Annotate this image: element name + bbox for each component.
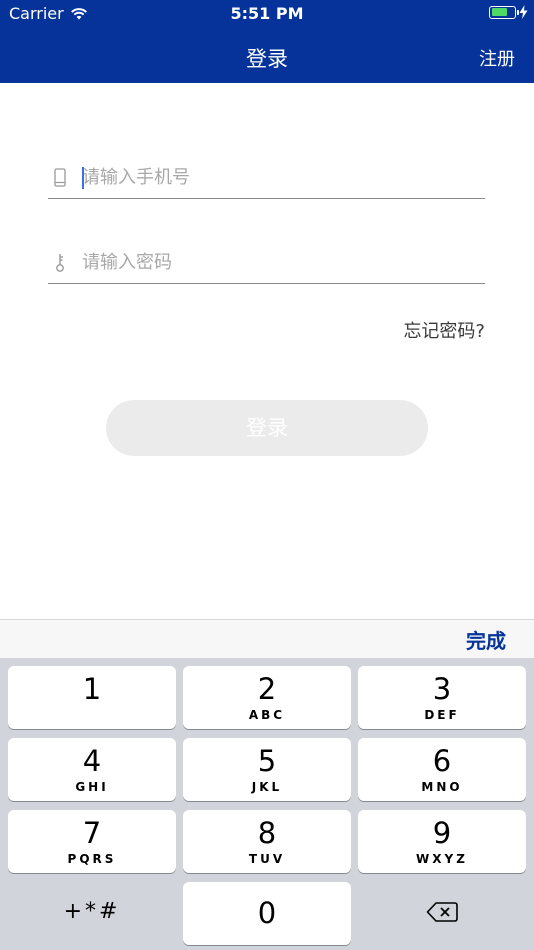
- key-0[interactable]: 0: [183, 882, 351, 945]
- key-3[interactable]: 3 DEF: [358, 666, 526, 729]
- key-2[interactable]: 2 ABC: [183, 666, 351, 729]
- password-input[interactable]: [82, 247, 472, 277]
- text-cursor: [82, 167, 84, 189]
- battery-group: [489, 5, 528, 19]
- done-button[interactable]: 完成: [466, 625, 506, 654]
- phone-input[interactable]: [82, 162, 472, 192]
- key-letters: ABC: [248, 708, 286, 722]
- key-digit: 8: [257, 816, 277, 850]
- key-digit: 0: [257, 896, 277, 930]
- key-digit: 4: [82, 744, 102, 778]
- navigation-bar: Carrier 5:51 PM 登录 注册: [0, 0, 534, 83]
- clock: 5:51 PM: [230, 4, 304, 23]
- key-letters: TUV: [248, 852, 286, 866]
- keyboard-toolbar: 完成: [0, 619, 534, 659]
- backspace-icon: [426, 902, 458, 922]
- key-6[interactable]: 6 MNO: [358, 738, 526, 801]
- key-digit: 6: [432, 744, 452, 778]
- register-button[interactable]: 注册: [479, 45, 515, 71]
- key-digit: 1: [82, 672, 102, 706]
- number-pad: 1 2 ABC 3 DEF 4 GHI 5 JKL 6 MNO 7 PQRS 8…: [0, 658, 534, 950]
- phone-icon: [54, 168, 66, 187]
- key-letters: MNO: [421, 780, 463, 794]
- key-digit: 9: [432, 816, 452, 850]
- page-title: 登录: [246, 47, 288, 71]
- symbols-key[interactable]: +*#: [8, 880, 176, 943]
- charging-bolt-icon: [519, 5, 528, 19]
- key-7[interactable]: 7 PQRS: [8, 810, 176, 873]
- key-letters: GHI: [75, 780, 109, 794]
- password-field: [48, 243, 485, 284]
- key-letters: DEF: [424, 708, 460, 722]
- status-bar: Carrier 5:51 PM: [0, 0, 534, 28]
- phone-field: [48, 158, 485, 199]
- battery-icon: [489, 5, 519, 19]
- key-digit: 2: [257, 672, 277, 706]
- key-9[interactable]: 9 WXYZ: [358, 810, 526, 873]
- key-icon: [56, 254, 64, 272]
- forgot-password-link[interactable]: 忘记密码?: [403, 317, 485, 343]
- delete-key[interactable]: [358, 880, 526, 943]
- key-1[interactable]: 1: [8, 666, 176, 729]
- key-digit: 3: [432, 672, 452, 706]
- key-letters: JKL: [251, 780, 283, 794]
- key-digit: 7: [82, 816, 102, 850]
- login-button[interactable]: 登录: [106, 400, 428, 456]
- key-8[interactable]: 8 TUV: [183, 810, 351, 873]
- key-letters: PQRS: [67, 852, 117, 866]
- key-5[interactable]: 5 JKL: [183, 738, 351, 801]
- key-digit: 5: [257, 744, 277, 778]
- key-letters: WXYZ: [416, 852, 468, 866]
- key-4[interactable]: 4 GHI: [8, 738, 176, 801]
